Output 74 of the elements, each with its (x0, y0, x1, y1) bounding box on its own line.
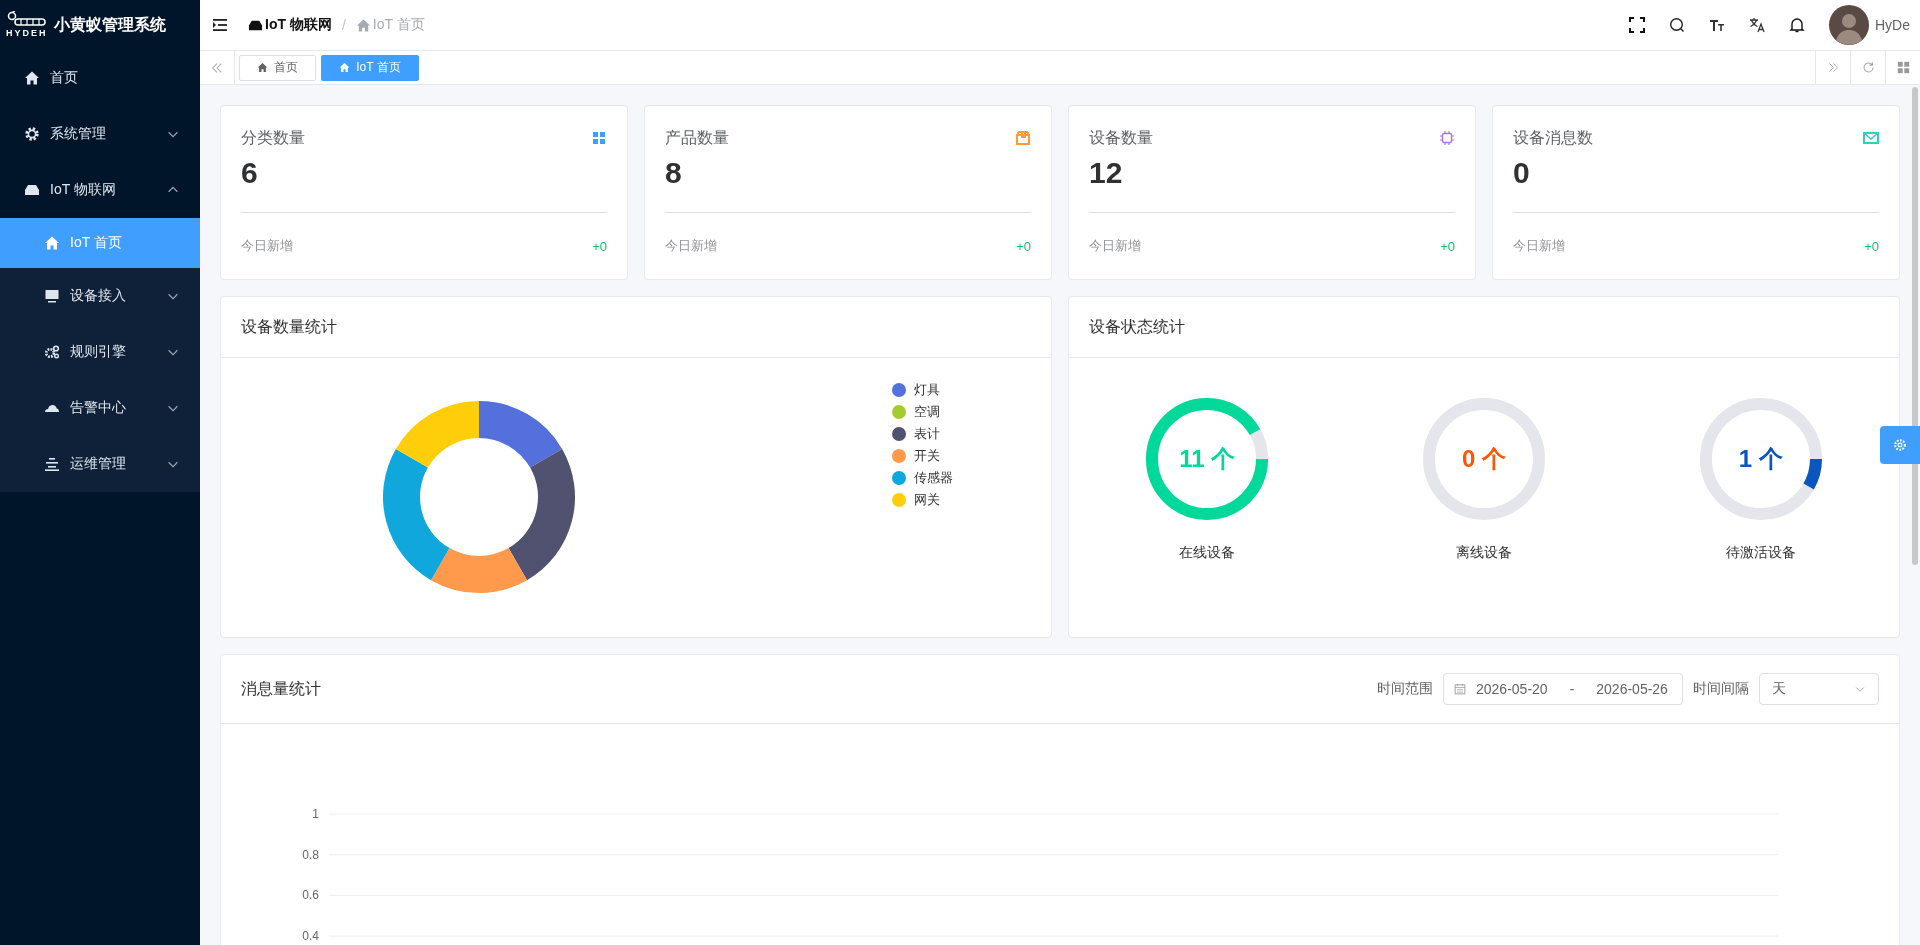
status-label: 待激活设备 (1725, 544, 1796, 562)
menu-item[interactable]: 运维管理 (0, 436, 200, 492)
legend-label: 传感器 (914, 469, 953, 487)
panel-title: 设备数量统计 (241, 316, 337, 337)
home-icon (257, 62, 268, 73)
footer-label: 今日新增 (665, 237, 717, 255)
stat-value: 12 (1089, 152, 1455, 213)
legend-label: 开关 (914, 447, 940, 465)
menu-item[interactable]: 告警中心 (0, 380, 200, 436)
footer-value: +0 (1440, 238, 1455, 254)
interval-select[interactable]: 天 (1759, 673, 1879, 705)
footer-value: +0 (1864, 238, 1879, 254)
settings-icon (1893, 438, 1907, 452)
user-name[interactable]: HyDe (1875, 17, 1910, 33)
interval-label: 时间间隔 (1693, 680, 1749, 698)
panel-title: 设备状态统计 (1089, 316, 1185, 337)
stat-value: 0 (1513, 152, 1879, 213)
ring-value: 11 个 (1179, 445, 1236, 473)
axis-label: 0.6 (302, 888, 319, 903)
scrollbar-thumb[interactable] (1912, 87, 1918, 565)
search-icon[interactable] (1669, 17, 1685, 33)
legend-label: 网关 (914, 491, 940, 509)
axis-label: 0.8 (302, 847, 319, 862)
legend-label: 空调 (914, 403, 940, 421)
footer-value: +0 (592, 238, 607, 254)
ring-value: 1 个 (1738, 445, 1783, 473)
status-label: 在线设备 (1179, 544, 1236, 562)
legend-label: 灯具 (914, 381, 940, 399)
panel-title: 消息量统计 (241, 678, 321, 699)
axis-label: 1 (312, 807, 319, 821)
home-icon (24, 70, 40, 86)
menu-item[interactable]: 系统管理 (0, 106, 200, 162)
home-icon (339, 62, 351, 73)
card-title: 产品数量 (665, 127, 729, 148)
legend-label: 表计 (914, 425, 940, 443)
axis-label: 0.4 (302, 929, 319, 944)
date-range-field[interactable]: 2026-05-20 - 2026-05-26 (1443, 673, 1683, 705)
footer-label: 今日新增 (241, 237, 293, 255)
gear-icon (24, 126, 40, 142)
menu-item[interactable]: 规则引擎 (0, 324, 200, 380)
stat-value: 6 (241, 152, 607, 213)
range-label: 时间范围 (1377, 680, 1433, 698)
logo-text: HYDEH (6, 27, 48, 39)
breadcrumb-separator: / (341, 17, 346, 33)
breadcrumb-item: IoT 首页 (355, 16, 425, 34)
status-label: 离线设备 (1456, 544, 1512, 562)
app-title: 小黄蚁管理系统 (53, 14, 166, 35)
footer-label: 今日新增 (1089, 237, 1141, 255)
card-title: 分类数量 (241, 127, 305, 148)
gears-icon (44, 344, 60, 360)
stat-value: 8 (665, 152, 1031, 213)
bell-icon[interactable] (1789, 17, 1805, 33)
calendar-icon (1454, 683, 1466, 695)
translate-icon[interactable] (1749, 17, 1765, 33)
card-title: 设备消息数 (1513, 127, 1593, 148)
tab[interactable]: 首页 (239, 54, 316, 81)
ring-value: 0 个 (1462, 445, 1506, 473)
avatar-icon[interactable] (1829, 5, 1869, 45)
ant-logo-icon (6, 11, 47, 27)
stack-icon (44, 456, 60, 472)
footer-value: +0 (1016, 238, 1031, 254)
text-size-icon[interactable] (1709, 17, 1725, 33)
breadcrumb-item[interactable]: IoT 物联网 (248, 16, 332, 34)
grid-icon[interactable] (1896, 61, 1910, 74)
footer-label: 今日新增 (1513, 237, 1565, 255)
fullscreen-icon[interactable] (1629, 17, 1645, 33)
home-icon (44, 235, 60, 251)
menu-item[interactable]: 设备接入 (0, 268, 200, 324)
menu-fold-icon[interactable] (212, 17, 228, 33)
home-icon (355, 17, 371, 33)
menu-item[interactable]: 首页 (0, 50, 200, 106)
monitor-icon (44, 288, 60, 304)
card-title: 设备数量 (1089, 127, 1153, 148)
menu-item[interactable]: IoT 物联网 (0, 162, 200, 218)
